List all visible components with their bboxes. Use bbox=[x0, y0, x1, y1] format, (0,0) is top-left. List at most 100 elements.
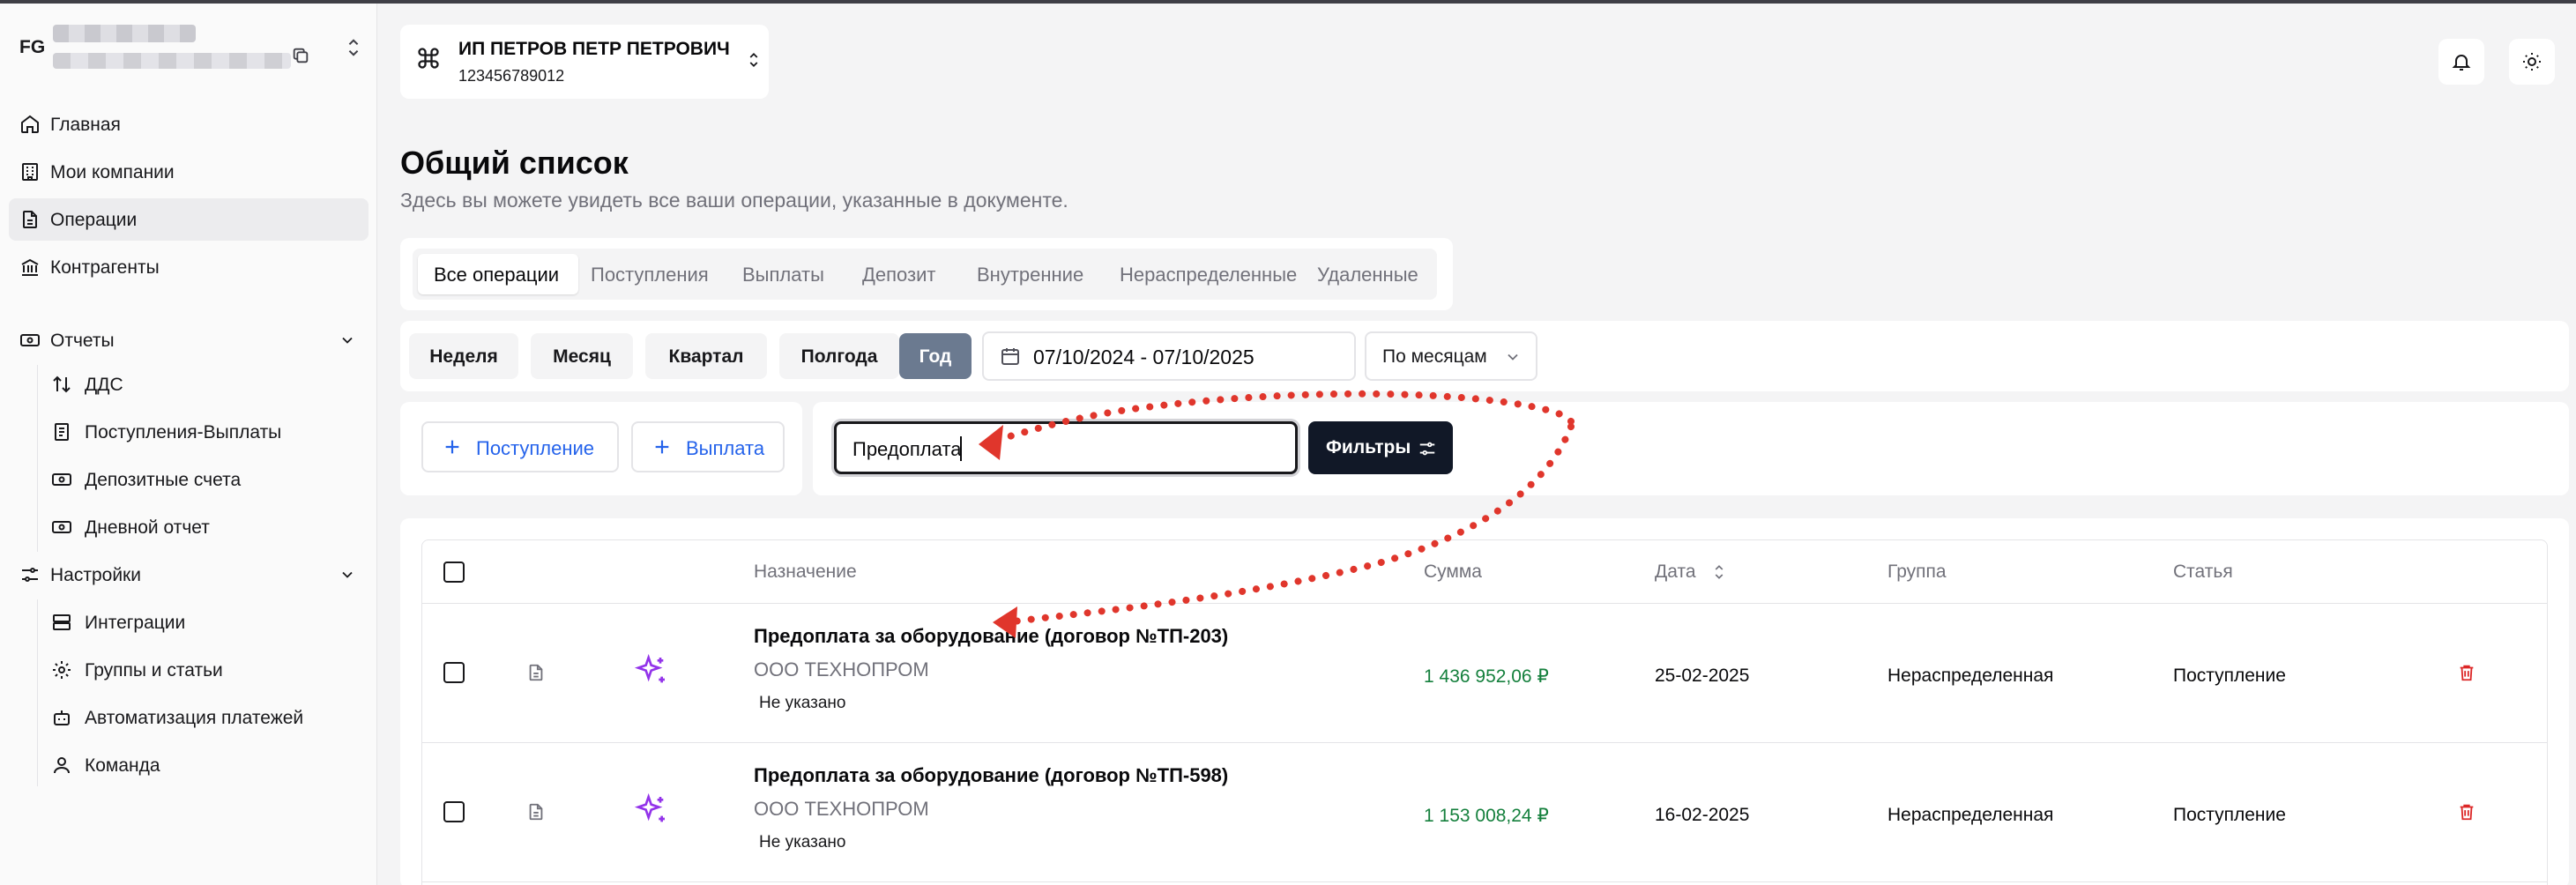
bot-icon bbox=[51, 707, 72, 728]
plus-icon bbox=[652, 437, 672, 457]
select-all-checkbox[interactable] bbox=[443, 561, 465, 583]
home-icon bbox=[19, 114, 41, 135]
plus-icon bbox=[443, 437, 462, 457]
period-halfyear-button[interactable]: Полгода bbox=[779, 333, 899, 379]
tab-deleted[interactable]: Удаленные bbox=[1317, 254, 1418, 294]
chevrons-up-down-icon[interactable] bbox=[344, 35, 367, 62]
tab-unallocated[interactable]: Нераспределенные bbox=[1120, 254, 1297, 294]
add-income-button[interactable]: Поступление bbox=[421, 421, 619, 472]
redacted-user-name bbox=[53, 25, 196, 42]
row-checkbox[interactable] bbox=[443, 801, 465, 822]
tab-payments[interactable]: Выплаты bbox=[742, 254, 824, 294]
sidebar-item-companies[interactable]: Мои компании bbox=[9, 151, 369, 193]
sidebar-item-operations[interactable]: Операции bbox=[9, 198, 369, 241]
tab-internal[interactable]: Внутренние bbox=[977, 254, 1083, 294]
sidebar-item-label: Контрагенты bbox=[50, 257, 160, 278]
operation-amount: 1 153 008,24 ₽ bbox=[1424, 806, 1549, 826]
server-icon bbox=[51, 612, 72, 633]
sidebar-item-integrations[interactable]: Интеграции bbox=[49, 601, 369, 643]
redacted-user-email bbox=[53, 53, 291, 69]
table-row[interactable]: Предоплата за оборудование (договор №ТП-… bbox=[422, 604, 2547, 743]
filters-button[interactable]: Фильтры bbox=[1308, 421, 1453, 474]
sidebar-item-label: Операции bbox=[50, 210, 138, 230]
company-switcher[interactable]: ИП ПЕТРОВ ПЕТР ПЕТРОВИЧ 123456789012 bbox=[400, 25, 769, 99]
operation-date: 25-02-2025 bbox=[1655, 666, 1750, 686]
trash-icon[interactable] bbox=[2457, 662, 2476, 683]
sparkles-icon[interactable] bbox=[634, 653, 669, 688]
search-input[interactable]: Предоплата bbox=[834, 421, 1298, 474]
theme-toggle-button[interactable] bbox=[2509, 39, 2555, 85]
document-icon[interactable] bbox=[526, 801, 546, 822]
operation-tabs: Все операции Поступления Выплаты Депозит… bbox=[400, 238, 1453, 310]
sidebar-item-label: Главная bbox=[50, 115, 121, 135]
period-week-button[interactable]: Неделя bbox=[409, 333, 518, 379]
period-month-button[interactable]: Месяц bbox=[531, 333, 633, 379]
column-date[interactable]: Дата bbox=[1655, 561, 1696, 583]
grouping-select[interactable]: По месяцам bbox=[1365, 331, 1537, 381]
table-row[interactable]: Предоплата за оборудование (договор №ТП-… bbox=[422, 743, 2547, 882]
user-switcher[interactable]: FG bbox=[19, 21, 365, 74]
sidebar-item-label: Поступления-Выплаты bbox=[85, 422, 282, 442]
operations-table-card: Назначение Сумма Дата Группа Статья Пред… bbox=[400, 518, 2569, 885]
arrows-up-down-icon bbox=[51, 374, 72, 395]
trash-icon[interactable] bbox=[2457, 801, 2476, 822]
add-payment-button[interactable]: Выплата bbox=[631, 421, 785, 472]
sidebar-item-groups-articles[interactable]: Группы и статьи bbox=[49, 649, 369, 691]
add-payment-label: Выплата bbox=[686, 437, 765, 459]
copy-icon[interactable] bbox=[291, 46, 314, 69]
sidebar-item-team[interactable]: Команда bbox=[49, 744, 369, 786]
sort-icon[interactable] bbox=[1711, 561, 1727, 583]
user-icon bbox=[51, 755, 72, 776]
settings-sliders-icon bbox=[19, 564, 41, 585]
period-quarter-button[interactable]: Квартал bbox=[645, 333, 767, 379]
sidebar-item-counterparties[interactable]: Контрагенты bbox=[9, 246, 369, 288]
sidebar-item-label: Интеграции bbox=[85, 613, 186, 633]
text-caret bbox=[960, 436, 962, 461]
tab-income[interactable]: Поступления bbox=[591, 254, 709, 294]
operation-title: Предоплата за оборудование (договор №ТП-… bbox=[754, 625, 1229, 647]
tab-deposit[interactable]: Депозит bbox=[862, 254, 936, 294]
operation-amount: 1 436 952,06 ₽ bbox=[1424, 666, 1549, 687]
sidebar-subtree-line bbox=[37, 365, 38, 552]
chevron-down-icon bbox=[339, 566, 356, 584]
operation-note: Не указано bbox=[759, 833, 846, 852]
notifications-button[interactable] bbox=[2438, 39, 2484, 85]
add-income-label: Поступление bbox=[476, 437, 595, 459]
sidebar-item-dds[interactable]: ДДС bbox=[49, 363, 369, 405]
page-subtitle: Здесь вы можете увидеть все ваши операци… bbox=[400, 189, 1068, 212]
chevron-down-icon bbox=[339, 331, 356, 349]
sidebar-item-deposit-accounts[interactable]: Депозитные счета bbox=[49, 458, 369, 501]
company-name: ИП ПЕТРОВ ПЕТР ПЕТРОВИЧ bbox=[458, 39, 730, 59]
column-amount: Сумма bbox=[1424, 561, 1482, 582]
operations-table: Назначение Сумма Дата Группа Статья Пред… bbox=[421, 539, 2548, 885]
banknote-icon bbox=[51, 517, 72, 538]
period-filter: Неделя Месяц Квартал Полгода Год 07/10/2… bbox=[400, 321, 2569, 391]
operation-date: 16-02-2025 bbox=[1655, 805, 1750, 825]
sidebar-group-settings[interactable]: Настройки bbox=[9, 554, 369, 596]
sidebar-item-income-payments[interactable]: Поступления-Выплаты bbox=[49, 411, 369, 453]
sparkles-icon[interactable] bbox=[634, 792, 669, 828]
operation-article: Поступление bbox=[2173, 666, 2286, 686]
banknote-icon bbox=[51, 469, 72, 490]
gear-icon bbox=[51, 659, 72, 680]
sidebar-subtree-line bbox=[37, 599, 38, 786]
sidebar-group-reports[interactable]: Отчеты bbox=[9, 319, 369, 361]
filters-label: Фильтры bbox=[1326, 437, 1411, 457]
sidebar-item-daily-report[interactable]: Дневной отчет bbox=[49, 506, 369, 548]
counterparty: ООО ТЕХНОПРОМ bbox=[754, 798, 929, 820]
tab-all-operations[interactable]: Все операции bbox=[418, 254, 578, 294]
sidebar-item-home[interactable]: Главная bbox=[9, 103, 369, 145]
document-icon[interactable] bbox=[526, 662, 546, 683]
search-card: Предоплата Фильтры bbox=[813, 402, 2569, 495]
operation-group: Нераспределенная bbox=[1887, 805, 2054, 825]
date-range-picker[interactable]: 07/10/2024 - 07/10/2025 bbox=[982, 331, 1356, 381]
column-group: Группа bbox=[1887, 561, 1947, 582]
sidebar-item-label: Команда bbox=[85, 755, 160, 776]
search-value: Предоплата bbox=[852, 438, 962, 460]
counterparty: ООО ТЕХНОПРОМ bbox=[754, 658, 929, 680]
sidebar-item-payment-automation[interactable]: Автоматизация платежей bbox=[49, 696, 369, 739]
column-purpose: Назначение bbox=[754, 561, 857, 582]
operation-note: Не указано bbox=[759, 694, 846, 712]
row-checkbox[interactable] bbox=[443, 662, 465, 683]
period-year-button[interactable]: Год bbox=[899, 333, 972, 379]
